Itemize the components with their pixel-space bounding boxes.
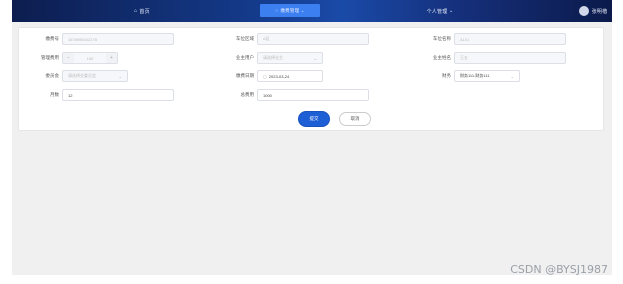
home-icon: ⌂	[134, 8, 138, 14]
nav-fee-management-label: 缴费管理	[280, 7, 300, 13]
committee-select[interactable]: 请选择业委员会 ⌄	[62, 70, 128, 82]
nav-home[interactable]: ⌂ 首页	[112, 0, 172, 22]
watermark: CSDN @BYSJ1987	[510, 263, 608, 276]
parking-name-input[interactable]: A101	[454, 33, 566, 45]
nav-personal[interactable]: 个人管理 ⌄	[410, 0, 470, 22]
chat-icon: ◌	[275, 7, 279, 14]
management-fee-stepper[interactable]: − 100 +	[62, 52, 118, 64]
main-content: 缴费号 1678956042278 车位区域 A区 车位名称 A101 管理费用…	[12, 22, 612, 275]
decrement-button[interactable]: −	[63, 53, 74, 63]
total-fee-label: 总费用	[240, 92, 255, 97]
payment-date-value: 2023-03-24	[268, 73, 290, 79]
owner-name-input[interactable]: 王五	[454, 52, 566, 64]
months-label: 月数	[50, 92, 59, 97]
avatar	[578, 6, 589, 16]
user-name: 张明楷	[591, 8, 608, 15]
owner-account-select[interactable]: 请选择业主 ⌄	[257, 52, 323, 64]
finance-select[interactable]: 财务111-财务111 ⌄	[454, 70, 520, 82]
parking-name-label: 车位名称	[433, 36, 451, 41]
payment-no-label: 缴费号	[45, 36, 60, 41]
owner-name-label: 业主姓名	[433, 55, 451, 60]
payment-no-input[interactable]: 1678956042278	[62, 33, 174, 45]
form-row: 委员会 请选择业委员会 ⌄ 缴费日期 ▢ 2023-03-24 财务 财务111…	[19, 69, 605, 83]
chevron-down-icon: ⌄	[313, 56, 317, 61]
form-row: 月数 12 总费用 1000	[19, 88, 605, 102]
increment-button[interactable]: +	[106, 53, 117, 63]
chevron-down-icon: ⌄	[118, 74, 122, 79]
total-fee-input[interactable]: 1000	[257, 89, 369, 101]
user-menu[interactable]: 张明楷	[568, 0, 618, 22]
top-nav-bar: ⌂ 首页 ◌ 缴费管理 ⌄ 个人管理 ⌄ 张明楷	[12, 0, 612, 22]
chevron-down-icon: ⌄	[510, 74, 514, 79]
committee-label: 委员会	[45, 73, 60, 78]
parking-area-label: 车位区域	[236, 36, 254, 41]
nav-home-label: 首页	[139, 8, 150, 15]
owner-account-value: 请选择业主	[263, 55, 283, 60]
committee-value: 请选择业委员会	[68, 73, 96, 78]
payment-date-picker[interactable]: ▢ 2023-03-24	[257, 70, 323, 82]
form-row: 缴费号 1678956042278 车位区域 A区 车位名称 A101	[19, 32, 605, 46]
management-fee-label: 管理费用	[41, 55, 59, 60]
owner-account-label: 业主用户	[236, 55, 254, 60]
months-input[interactable]: 12	[62, 89, 174, 101]
payment-date-label: 缴费日期	[236, 73, 254, 78]
finance-label: 财务	[442, 73, 451, 78]
finance-value: 财务111-财务111	[460, 73, 490, 78]
calendar-icon: ▢	[263, 73, 267, 79]
management-fee-value: 100	[86, 55, 94, 61]
chevron-down-icon: ⌄	[447, 8, 454, 14]
cancel-button[interactable]: 取消	[339, 112, 371, 126]
form-row: 管理费用 − 100 + 业主用户 请选择业主 ⌄ 业主姓名 王五	[19, 51, 605, 65]
nav-fee-management[interactable]: ◌ 缴费管理 ⌄	[260, 4, 320, 17]
submit-button[interactable]: 提交	[299, 112, 329, 126]
nav-personal-label: 个人管理	[426, 8, 448, 15]
fee-form-card: 缴费号 1678956042278 车位区域 A区 车位名称 A101 管理费用…	[18, 27, 604, 131]
chevron-down-icon: ⌄	[299, 7, 305, 13]
parking-area-input[interactable]: A区	[257, 33, 369, 45]
